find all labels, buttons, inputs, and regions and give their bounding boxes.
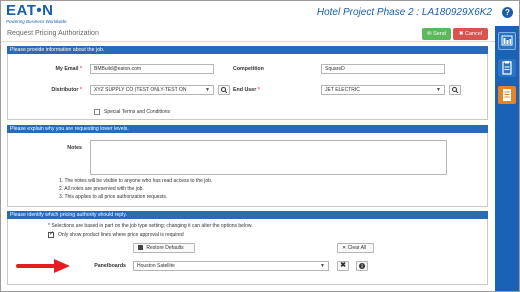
eaton-logo: EAT•N Powering Business Worldwide — [6, 3, 67, 24]
only-show-label: Only show product lines where price appr… — [58, 232, 184, 238]
selection-note: * Selections are based in part on the jo… — [48, 223, 253, 229]
my-email-label: My Email * — [24, 66, 82, 72]
end-user-search-button[interactable] — [449, 85, 461, 95]
special-terms-checkbox[interactable] — [94, 109, 100, 115]
restore-defaults-button[interactable]: Restore Defaults — [133, 243, 195, 253]
authority-panel-heading: Please identify which pricing authority … — [7, 211, 488, 219]
distributor-label-text: Distributor — [51, 87, 79, 93]
checkmark-icon: ✓ — [49, 231, 55, 237]
chevron-down-icon: ▼ — [205, 87, 210, 93]
competition-field[interactable]: SquareD — [321, 64, 445, 74]
dashboard-icon[interactable] — [498, 32, 516, 50]
cancel-label: Cancel — [465, 31, 483, 37]
close-icon: ✕ — [342, 245, 347, 251]
page-subheader: Request Pricing Authorization ✉ Send ✖ C… — [1, 26, 495, 42]
notes-info-2: 2. All notes are preserved with the job. — [59, 186, 144, 192]
my-email-field[interactable]: BMBuild@eaton.com — [90, 64, 214, 74]
logo-wordmark: EAT•N — [6, 2, 54, 19]
distributor-value: XYZ SUPPLY CO (TEST ONLY-TEST ON — [94, 87, 187, 93]
send-label: Send — [433, 31, 446, 37]
distributor-search-button[interactable] — [218, 85, 230, 95]
end-user-label-text: End User — [233, 87, 257, 93]
notes-info-3: 3. This applies to all price authorizati… — [59, 194, 168, 200]
my-email-label-text: My Email — [55, 66, 79, 72]
logo-tagline: Powering Business Worldwide — [6, 19, 67, 24]
required-marker: * — [79, 87, 82, 93]
end-user-value: JET ELECTRIC — [325, 87, 360, 93]
close-icon: ✖ — [340, 262, 346, 269]
send-icon: ✉ — [427, 31, 432, 37]
distributor-select[interactable]: XYZ SUPPLY CO (TEST ONLY-TEST ON ▼ — [90, 85, 214, 95]
job-panel: My Email * BMBuild@eaton.com Competition… — [7, 54, 488, 120]
right-rail — [495, 26, 519, 291]
app-header: EAT•N Powering Business Worldwide Hotel … — [1, 1, 519, 26]
search-icon — [221, 87, 228, 94]
clear-all-label: Clear All — [347, 245, 367, 251]
restore-icon — [138, 245, 143, 251]
clipboard-icon[interactable] — [498, 59, 516, 77]
main-content: Please provide information about the job… — [1, 42, 495, 291]
restore-label: Restore Defaults — [146, 245, 184, 251]
cancel-button[interactable]: ✖ Cancel — [453, 28, 488, 40]
remove-row-button[interactable]: ✖ — [337, 261, 349, 271]
search-icon — [452, 87, 459, 94]
info-icon — [359, 263, 365, 269]
info-button[interactable] — [356, 261, 368, 271]
notes-label: Notes — [67, 145, 82, 151]
project-title: Hotel Project Phase 2 : LA180929X6K2 — [316, 7, 492, 18]
chevron-down-icon: ▼ — [436, 87, 441, 93]
panelboards-label: Panelboards — [94, 263, 126, 269]
close-icon: ✖ — [458, 31, 464, 37]
annotation-arrow-icon — [16, 259, 70, 273]
document-icon[interactable] — [498, 86, 516, 104]
help-icon[interactable]: ? — [502, 7, 513, 18]
send-button[interactable]: ✉ Send — [422, 28, 451, 40]
competition-label: Competition — [233, 66, 264, 72]
explain-panel-heading: Please explain why you are requesting lo… — [7, 125, 488, 133]
required-marker: * — [257, 87, 260, 93]
panelboards-value: Houston Satellite — [137, 263, 175, 269]
notes-info-1: 1. The notes will be visible to anyone w… — [59, 178, 213, 184]
job-panel-heading: Please provide information about the job… — [7, 46, 488, 54]
end-user-label: End User * — [233, 87, 287, 93]
distributor-label: Distributor * — [24, 87, 82, 93]
notes-textarea[interactable] — [90, 140, 447, 175]
clear-all-button[interactable]: ✕ Clear All — [337, 243, 374, 253]
only-show-checkbox[interactable]: ✓ — [48, 231, 55, 238]
special-terms-label: Special Terms and Conditions — [104, 109, 171, 115]
end-user-select[interactable]: JET ELECTRIC ▼ — [321, 85, 445, 95]
chevron-down-icon: ▼ — [320, 263, 325, 269]
authority-panel: * Selections are based in part on the jo… — [7, 219, 488, 285]
explain-panel: Notes 1. The notes will be visible to an… — [7, 133, 488, 207]
required-marker: * — [79, 66, 82, 72]
panelboards-select[interactable]: Houston Satellite ▼ — [133, 261, 329, 271]
page-title: Request Pricing Authorization — [7, 30, 99, 37]
